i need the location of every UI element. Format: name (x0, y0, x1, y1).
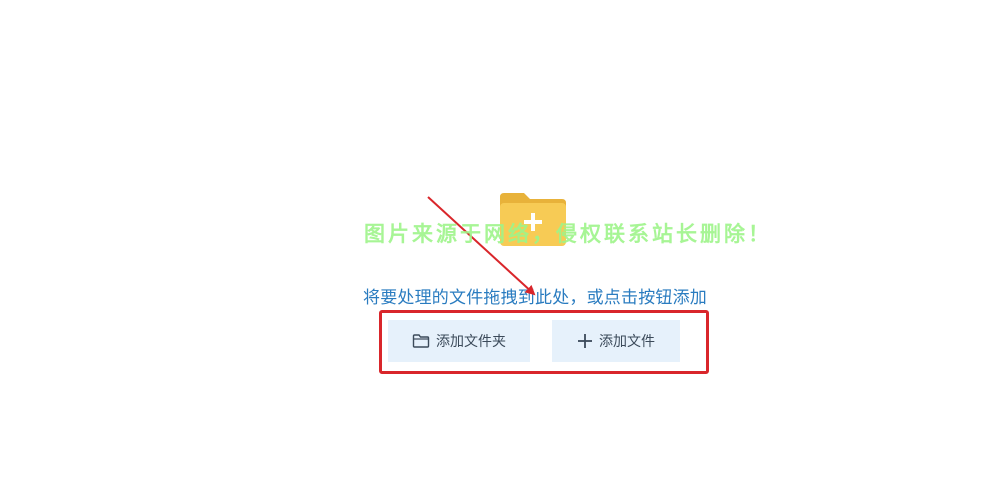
watermark-text: 图片来源于网络，侵权联系站长删除！ (364, 222, 772, 246)
annotation-arrow (427, 196, 536, 296)
highlight-box (379, 310, 709, 374)
dropzone-instruction: 将要处理的文件拖拽到此处，或点击按钮添加 (363, 288, 707, 308)
